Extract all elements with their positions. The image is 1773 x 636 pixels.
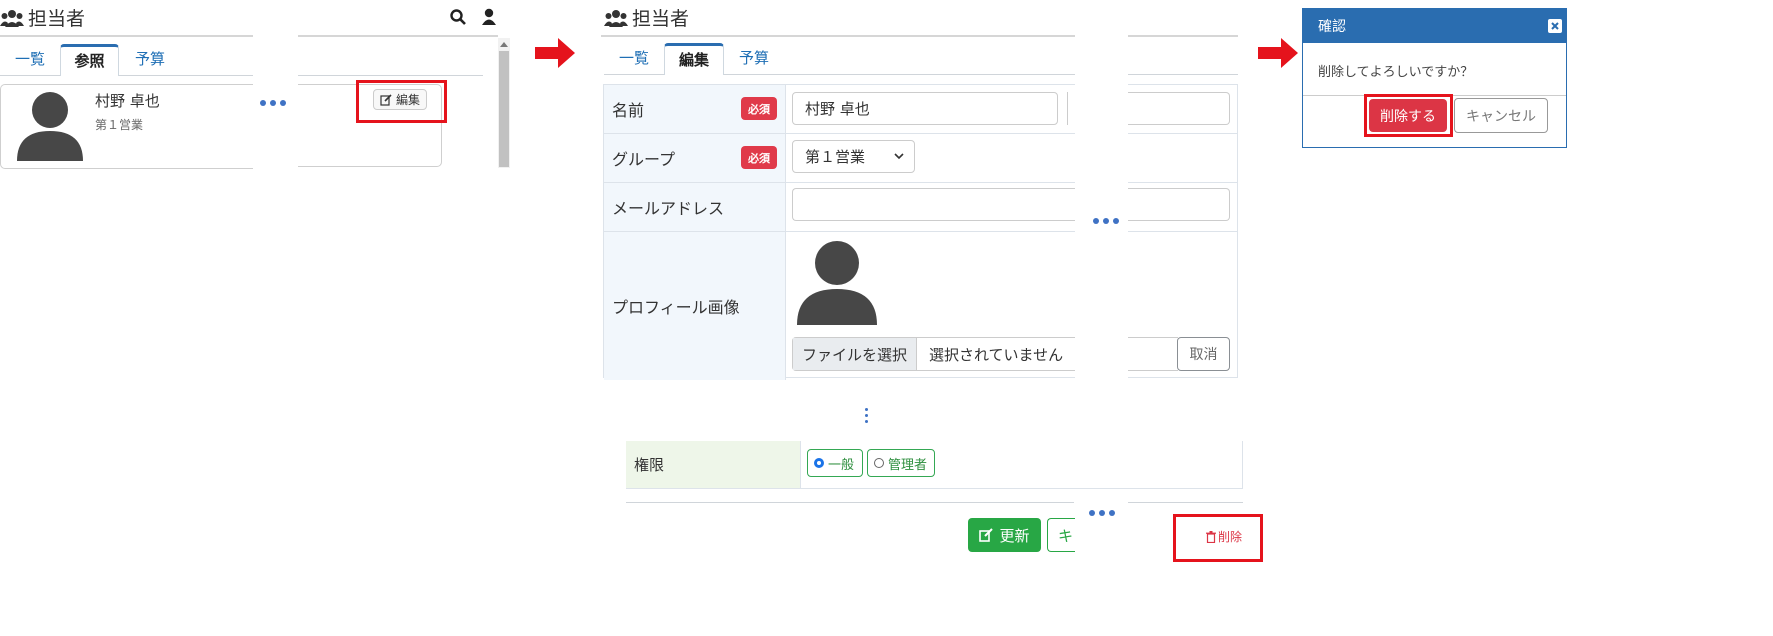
dialog-cancel-button[interactable]: キャンセル (1454, 98, 1548, 133)
trash-icon (1206, 530, 1216, 543)
header-divider (298, 35, 498, 37)
arrow-right-icon (535, 38, 575, 68)
file-status: 選択されていません (929, 345, 1064, 364)
edit-icon (380, 93, 392, 106)
tab-edit[interactable]: 編集 (664, 43, 724, 75)
file-input[interactable]: ファイルを選択 選択されていません (792, 337, 1075, 371)
person-name: 村野 卓也 (95, 92, 160, 110)
file-input[interactable] (1128, 337, 1178, 371)
footer-divider (626, 502, 1074, 503)
tab-budget[interactable]: 予算 (725, 43, 783, 74)
name-input-partial[interactable] (1067, 92, 1075, 125)
footer-divider (1128, 502, 1243, 503)
close-button[interactable] (1548, 19, 1562, 33)
image-label: プロフィール画像 (612, 298, 740, 317)
panel1-header: 担当者 (0, 4, 85, 31)
tab-list[interactable]: 一覧 (0, 44, 60, 75)
input-partial[interactable] (1128, 92, 1230, 125)
confirm-delete-button[interactable]: 削除する (1369, 99, 1447, 132)
dialog-message: 削除してよろしいですか？ (1318, 65, 1474, 80)
tab-budget[interactable]: 予算 (121, 44, 179, 75)
required-badge: 必須 (741, 146, 777, 169)
profile-avatar (797, 241, 877, 325)
file-cancel-button[interactable]: 取消 (1177, 337, 1230, 371)
person-group: 第１営業 (95, 118, 144, 132)
page-title: 担当者 (632, 8, 690, 30)
dialog-title: 確認 (1318, 19, 1346, 35)
scrollbar-thumb[interactable] (499, 51, 509, 167)
role-option-general[interactable]: 一般 (807, 449, 863, 477)
header-divider (1128, 35, 1238, 37)
arrow-right-icon (1258, 38, 1298, 68)
users-icon (604, 9, 628, 27)
users-icon (0, 9, 24, 27)
tab-divider (0, 75, 60, 76)
close-icon (1551, 22, 1559, 30)
scrollbar[interactable] (498, 38, 510, 168)
email-label: メールアドレス (612, 199, 725, 218)
tab-divider (604, 74, 664, 75)
dialog-header: 確認 (1303, 9, 1566, 43)
tab-divider (298, 75, 483, 76)
email-input[interactable] (1128, 188, 1230, 221)
panel2-header: 担当者 (604, 4, 689, 31)
tab-divider (1128, 74, 1238, 75)
file-select-button[interactable]: ファイルを選択 (793, 338, 917, 370)
header-divider (0, 35, 253, 37)
tab-view[interactable]: 参照 (60, 44, 119, 76)
edit-button[interactable]: 編集 (373, 89, 427, 110)
cancel-button-partial[interactable]: キ (1047, 518, 1075, 552)
ellipsis (260, 100, 286, 106)
radio-checked-icon (814, 458, 824, 468)
vertical-ellipsis (865, 408, 868, 423)
edit-icon (979, 528, 994, 542)
name-input[interactable]: 村野 卓也 (792, 92, 1058, 125)
update-button[interactable]: 更新 (968, 518, 1041, 552)
required-badge: 必須 (741, 97, 777, 120)
group-label: グループ (612, 150, 676, 169)
header-divider (601, 35, 1075, 37)
role-option-admin[interactable]: 管理者 (867, 449, 935, 477)
email-input[interactable] (792, 188, 1075, 221)
edit-form: 名前 必須 グループ 必須 メールアドレス プロフィール画像 (603, 84, 1075, 380)
tab-divider (724, 74, 1075, 75)
search-icon[interactable] (450, 9, 466, 25)
name-label: 名前 (612, 101, 645, 120)
tab-divider (119, 75, 253, 76)
role-label: 権限 (634, 456, 665, 474)
radio-unchecked-icon (874, 458, 884, 468)
tab-list[interactable]: 一覧 (604, 43, 664, 74)
avatar (17, 92, 83, 161)
group-select[interactable]: 第１営業 (792, 140, 915, 173)
user-icon[interactable] (481, 8, 497, 25)
delete-button[interactable]: 削除 (1206, 528, 1242, 545)
page-title: 担当者 (28, 8, 86, 30)
chevron-down-icon (894, 153, 904, 160)
ellipsis (1089, 510, 1115, 516)
ellipsis (1093, 218, 1119, 224)
edit-form (1128, 84, 1238, 378)
